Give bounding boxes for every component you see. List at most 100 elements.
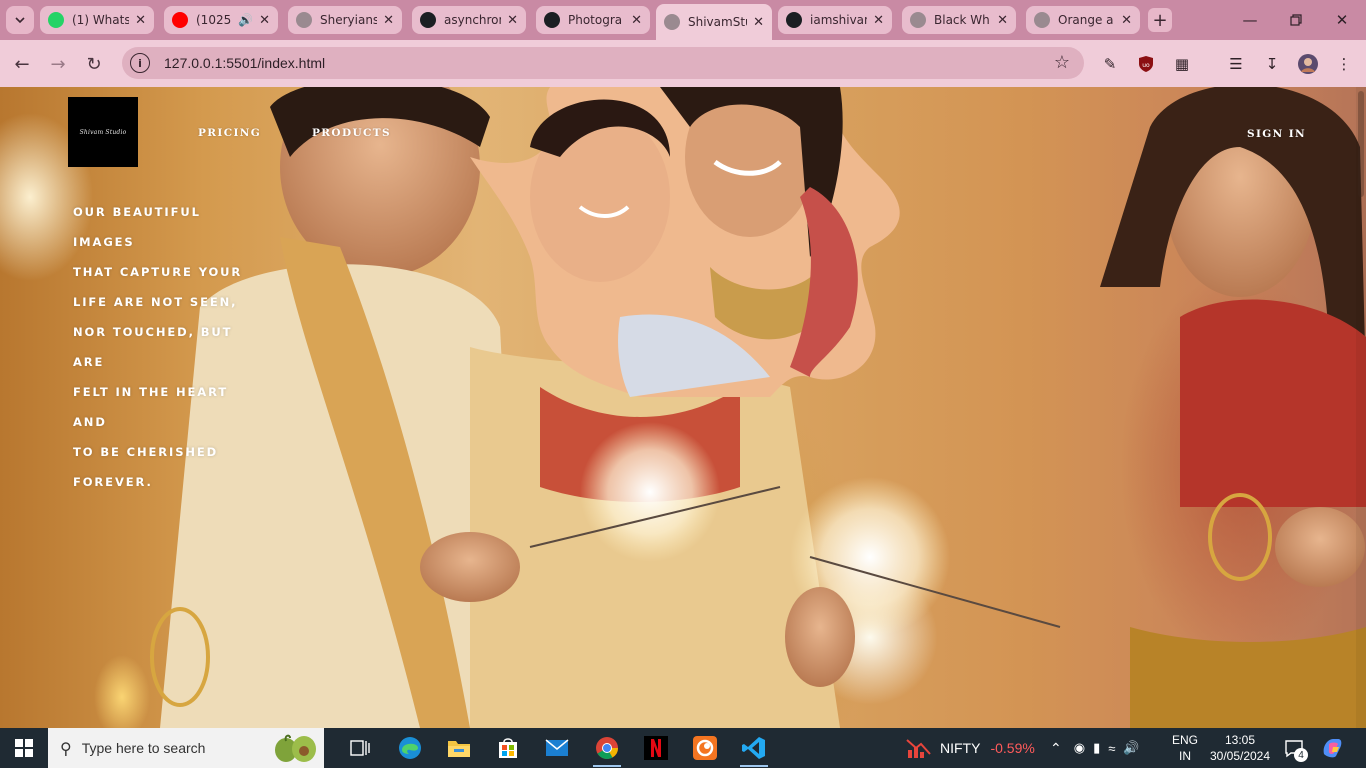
copilot-button[interactable]: [1320, 728, 1344, 768]
eyedropper-extension-icon[interactable]: ✎: [1098, 52, 1122, 76]
store-icon: [499, 738, 517, 758]
tab-audio-icon[interactable]: 🔊: [238, 13, 253, 27]
browser-tab[interactable]: Photogra ✕: [536, 6, 650, 34]
browser-tab[interactable]: iamshivan ✕: [778, 6, 892, 34]
notifications-button[interactable]: 4: [1284, 728, 1308, 768]
globe-icon: [910, 12, 926, 28]
browser-tab[interactable]: asynchron ✕: [412, 6, 526, 34]
tab-title: ShivamStu: [688, 15, 748, 29]
language-indicator[interactable]: ENG IN: [1172, 728, 1198, 768]
stock-down-icon: [906, 739, 931, 758]
windows-taskbar: ⚲ Type here to search NIFTY -0.59% ⌃ ◉ ▮…: [0, 728, 1366, 768]
close-tab-icon[interactable]: ✕: [259, 13, 270, 28]
tab-title: Photogra: [568, 13, 623, 27]
close-tab-icon[interactable]: ✕: [135, 13, 146, 28]
nifty-widget[interactable]: NIFTY -0.59%: [906, 728, 1035, 768]
forward-button[interactable]: →: [44, 50, 72, 78]
minimize-button[interactable]: —: [1230, 6, 1270, 34]
logo-text: Shivam Studio: [79, 128, 127, 136]
close-tab-icon[interactable]: ✕: [383, 13, 394, 28]
restore-button[interactable]: [1276, 6, 1316, 34]
vscode-app[interactable]: [730, 728, 778, 768]
wifi-icon[interactable]: ≈: [1108, 741, 1115, 756]
site-logo[interactable]: Shivam Studio: [68, 97, 138, 167]
camera-icon[interactable]: ◉: [1074, 740, 1085, 756]
nav-pricing-link[interactable]: PRICING: [198, 127, 261, 139]
tab-title: Orange a: [1058, 13, 1114, 27]
tab-title: asynchron: [444, 13, 502, 27]
close-tab-icon[interactable]: ✕: [507, 13, 518, 28]
system-tray-icons: ⌃ ◉ ▮ ≈ 🔊: [1050, 728, 1140, 768]
start-button[interactable]: [0, 728, 48, 768]
url-text[interactable]: 127.0.0.1:5501/index.html: [164, 55, 325, 71]
browser-tab[interactable]: Sheryians ✕: [288, 6, 402, 34]
chrome-icon: [596, 737, 618, 759]
reload-button[interactable]: ↻: [80, 50, 108, 78]
clock-date: 30/05/2024: [1209, 749, 1271, 763]
mail-app[interactable]: [533, 728, 581, 768]
globe-icon: [296, 12, 312, 28]
close-tab-icon[interactable]: ✕: [631, 13, 642, 28]
bookmark-star-icon[interactable]: ☆: [1054, 52, 1070, 73]
task-view-button[interactable]: [336, 728, 384, 768]
file-explorer-app[interactable]: [435, 728, 483, 768]
microsoft-store-app[interactable]: [484, 728, 532, 768]
show-hidden-icons-chevron-icon[interactable]: ⌃: [1050, 740, 1062, 757]
browser-toolbar: ← → ↻ i 127.0.0.1:5501/index.html ☆ ✎ uo…: [0, 40, 1366, 87]
tab-search-button[interactable]: [6, 6, 34, 34]
avocado-doodle-icon[interactable]: [272, 733, 318, 763]
site-info-icon[interactable]: i: [130, 53, 150, 73]
chrome-app[interactable]: [583, 728, 631, 768]
ublock-extension-icon[interactable]: uo: [1134, 52, 1158, 76]
youtube-icon: [172, 12, 188, 28]
clock[interactable]: 13:05 30/05/2024: [1208, 728, 1272, 768]
search-placeholder[interactable]: Type here to search: [82, 740, 206, 756]
search-icon: ⚲: [60, 738, 72, 758]
tab-title: Black Wh: [934, 13, 990, 27]
close-tab-icon[interactable]: ✕: [1121, 13, 1132, 28]
browser-tab[interactable]: ShivamStu ✕: [656, 4, 772, 40]
browser-tab[interactable]: (1) Whats ✕: [40, 6, 154, 34]
profile-avatar[interactable]: [1296, 52, 1320, 76]
nav-sign-in-link[interactable]: SIGN IN: [1247, 128, 1306, 140]
copilot-icon: [1323, 739, 1342, 758]
windows-logo-icon: [15, 739, 33, 757]
hero-line: THAT CAPTURE YOUR: [73, 265, 243, 279]
browser-tab[interactable]: Black Wh ✕: [902, 6, 1016, 34]
tab-title: (1025: [196, 13, 232, 27]
extensions-puzzle-icon[interactable]: ▦: [1170, 52, 1194, 76]
tab-strip: (1) Whats ✕ (1025 🔊 ✕ Sheryians ✕ asynchron ✕ Pho…: [0, 0, 1366, 40]
address-bar[interactable]: i 127.0.0.1:5501/index.html ☆: [122, 47, 1084, 79]
volume-icon[interactable]: 🔊: [1123, 740, 1139, 756]
close-window-button[interactable]: ✕: [1322, 6, 1362, 34]
task-view-icon: [350, 740, 370, 756]
back-button[interactable]: ←: [8, 50, 36, 78]
globe-icon: [1034, 12, 1050, 28]
browser-tab[interactable]: (1025 🔊 ✕: [164, 6, 278, 34]
netflix-icon: [644, 736, 668, 760]
notification-count-badge: 4: [1294, 748, 1308, 762]
web-page: Shivam Studio PRICING PRODUCTS SIGN IN O…: [0, 87, 1366, 728]
browser-tab[interactable]: Orange a ✕: [1026, 6, 1140, 34]
nav-products-link[interactable]: PRODUCTS: [312, 127, 391, 139]
close-tab-icon[interactable]: ✕: [753, 15, 764, 30]
mail-icon: [545, 739, 569, 756]
new-tab-button[interactable]: +: [1148, 8, 1172, 32]
clock-time: 13:05: [1224, 733, 1256, 747]
hero-line: FELT IN THE HEART AND: [73, 385, 229, 429]
media-control-icon[interactable]: ☰: [1224, 52, 1248, 76]
hero-line: FOREVER.: [73, 475, 153, 489]
netflix-app[interactable]: [632, 728, 680, 768]
edge-app[interactable]: [386, 728, 434, 768]
battery-icon[interactable]: ▮: [1093, 740, 1100, 756]
taskbar-search[interactable]: ⚲ Type here to search: [48, 728, 324, 768]
download-icon[interactable]: ↧: [1260, 52, 1284, 76]
scrollbar-thumb[interactable]: [1358, 91, 1364, 197]
close-tab-icon[interactable]: ✕: [997, 13, 1008, 28]
shield-icon: uo: [1139, 56, 1153, 72]
crunchyroll-app[interactable]: [681, 728, 729, 768]
close-tab-icon[interactable]: ✕: [873, 13, 884, 28]
browser-menu-icon[interactable]: ⋮: [1332, 52, 1356, 76]
page-scrollbar[interactable]: [1356, 87, 1366, 728]
avatar: [1298, 54, 1318, 74]
